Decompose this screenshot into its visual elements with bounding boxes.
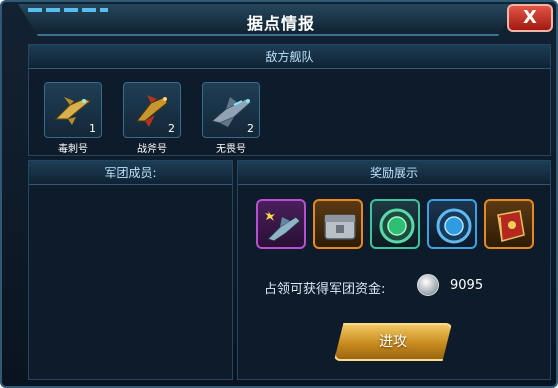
reward-item-5[interactable] [484, 199, 534, 249]
ship-name: 毒刺号 [58, 144, 88, 155]
ship-name: 无畏号 [216, 144, 246, 155]
silver-coin-icon [417, 274, 439, 296]
enemy-fleet-panel: 敌方舰队 [28, 44, 551, 156]
ship-name: 战斧号 [137, 144, 167, 155]
legion-members-panel: 军团成员: [28, 160, 233, 380]
metal-crate-icon [324, 214, 356, 240]
ship-count: 2 [168, 122, 175, 135]
ship-count: 1 [89, 122, 96, 135]
red-book-icon [497, 210, 525, 242]
attack-button[interactable]: 进攻 [334, 323, 452, 361]
stronghold-info-dialog: 据点情报 X 敌方舰队 1 毒刺号 2 战斧号 2 无畏号 军团成员: 奖励展示… [0, 0, 558, 388]
rewards-header: 奖励展示 [238, 161, 550, 185]
close-button[interactable]: X [507, 4, 553, 32]
funds-label: 占领可获得军团资金: [264, 282, 386, 297]
ship-card-3[interactable]: 2 [202, 82, 260, 138]
legion-members-header: 军团成员: [29, 161, 232, 185]
ship-card-2[interactable]: 2 [123, 82, 181, 138]
reward-item-1[interactable] [256, 199, 306, 249]
ship-count: 2 [247, 122, 254, 135]
blue-module-icon [436, 208, 472, 244]
green-module-icon [379, 208, 415, 244]
ship-card-1[interactable]: 1 [44, 82, 102, 138]
reward-item-3[interactable] [370, 199, 420, 249]
reward-item-4[interactable] [427, 199, 477, 249]
reward-item-2[interactable] [313, 199, 363, 249]
dialog-title: 据点情报 [246, 14, 315, 33]
enemy-fleet-header: 敌方舰队 [29, 45, 550, 69]
purple-ship-blueprint-icon [265, 211, 301, 242]
funds-value: 9095 [450, 278, 484, 293]
